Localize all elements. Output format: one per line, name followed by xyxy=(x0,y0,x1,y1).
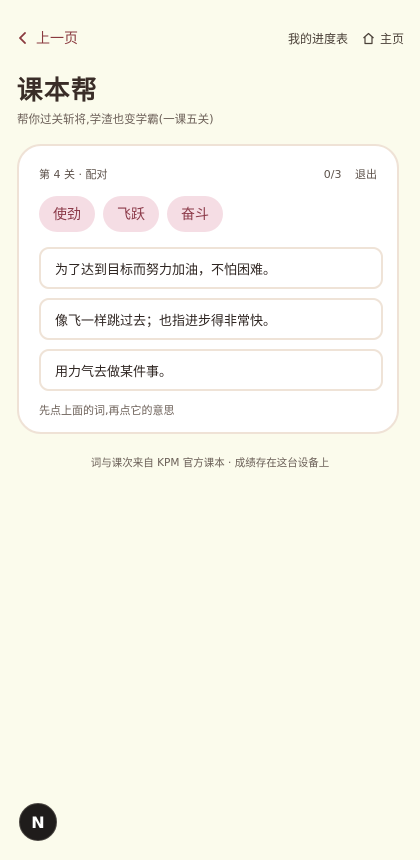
level-label: 第 4 关 · 配对 xyxy=(39,168,108,181)
meaning-option[interactable]: 用力气去做某件事。 xyxy=(39,349,383,391)
page-title: 课本帮 xyxy=(17,76,99,106)
page-subtitle: 帮你过关斩将,学渣也变学霸(一课五关) xyxy=(17,112,214,126)
quiz-header-right: 0/3 退出 xyxy=(314,166,377,182)
footer-note: 词与课次来自 KPM 官方课本 · 成绩存在这台设备上 xyxy=(90,457,330,469)
exit-button[interactable]: 退出 xyxy=(355,168,377,181)
score-counter: 0/3 xyxy=(323,168,342,181)
home-label: 主页 xyxy=(379,31,404,46)
meaning-option[interactable]: 像飞一样跳过去；也指进步得非常快。 xyxy=(39,298,383,340)
back-button[interactable]: 上一页 xyxy=(18,28,78,48)
word-chip[interactable]: 奋斗 xyxy=(167,196,223,232)
quiz-header: 第 4 关 · 配对 0/3 退出 xyxy=(39,166,377,182)
word-chip[interactable]: 使劲 xyxy=(39,196,95,232)
word-chips: 使劲 飞跃 奋斗 xyxy=(39,196,223,232)
home-button[interactable]: 主页 xyxy=(362,30,404,47)
chevron-left-icon xyxy=(19,32,26,44)
meaning-options: 为了达到目标而努力加油，不怕困难。 像飞一样跳过去；也指进步得非常快。 用力气去… xyxy=(39,247,383,400)
progress-link[interactable]: 我的进度表 xyxy=(288,30,348,47)
top-right-nav: 我的进度表 主页 xyxy=(288,30,404,47)
quiz-card: 第 4 关 · 配对 0/3 退出 使劲 飞跃 奋斗 为了达到目标而努力加油，不… xyxy=(17,144,399,434)
floating-n-button[interactable]: N xyxy=(19,803,57,841)
meaning-option[interactable]: 为了达到目标而努力加油，不怕困难。 xyxy=(39,247,383,289)
word-chip[interactable]: 飞跃 xyxy=(103,196,159,232)
instruction-hint: 先点上面的词,再点它的意思 xyxy=(39,404,175,417)
top-bar: 上一页 我的进度表 主页 xyxy=(18,26,404,50)
home-icon xyxy=(363,32,374,44)
fab-label: N xyxy=(31,812,45,832)
back-label: 上一页 xyxy=(36,31,78,47)
